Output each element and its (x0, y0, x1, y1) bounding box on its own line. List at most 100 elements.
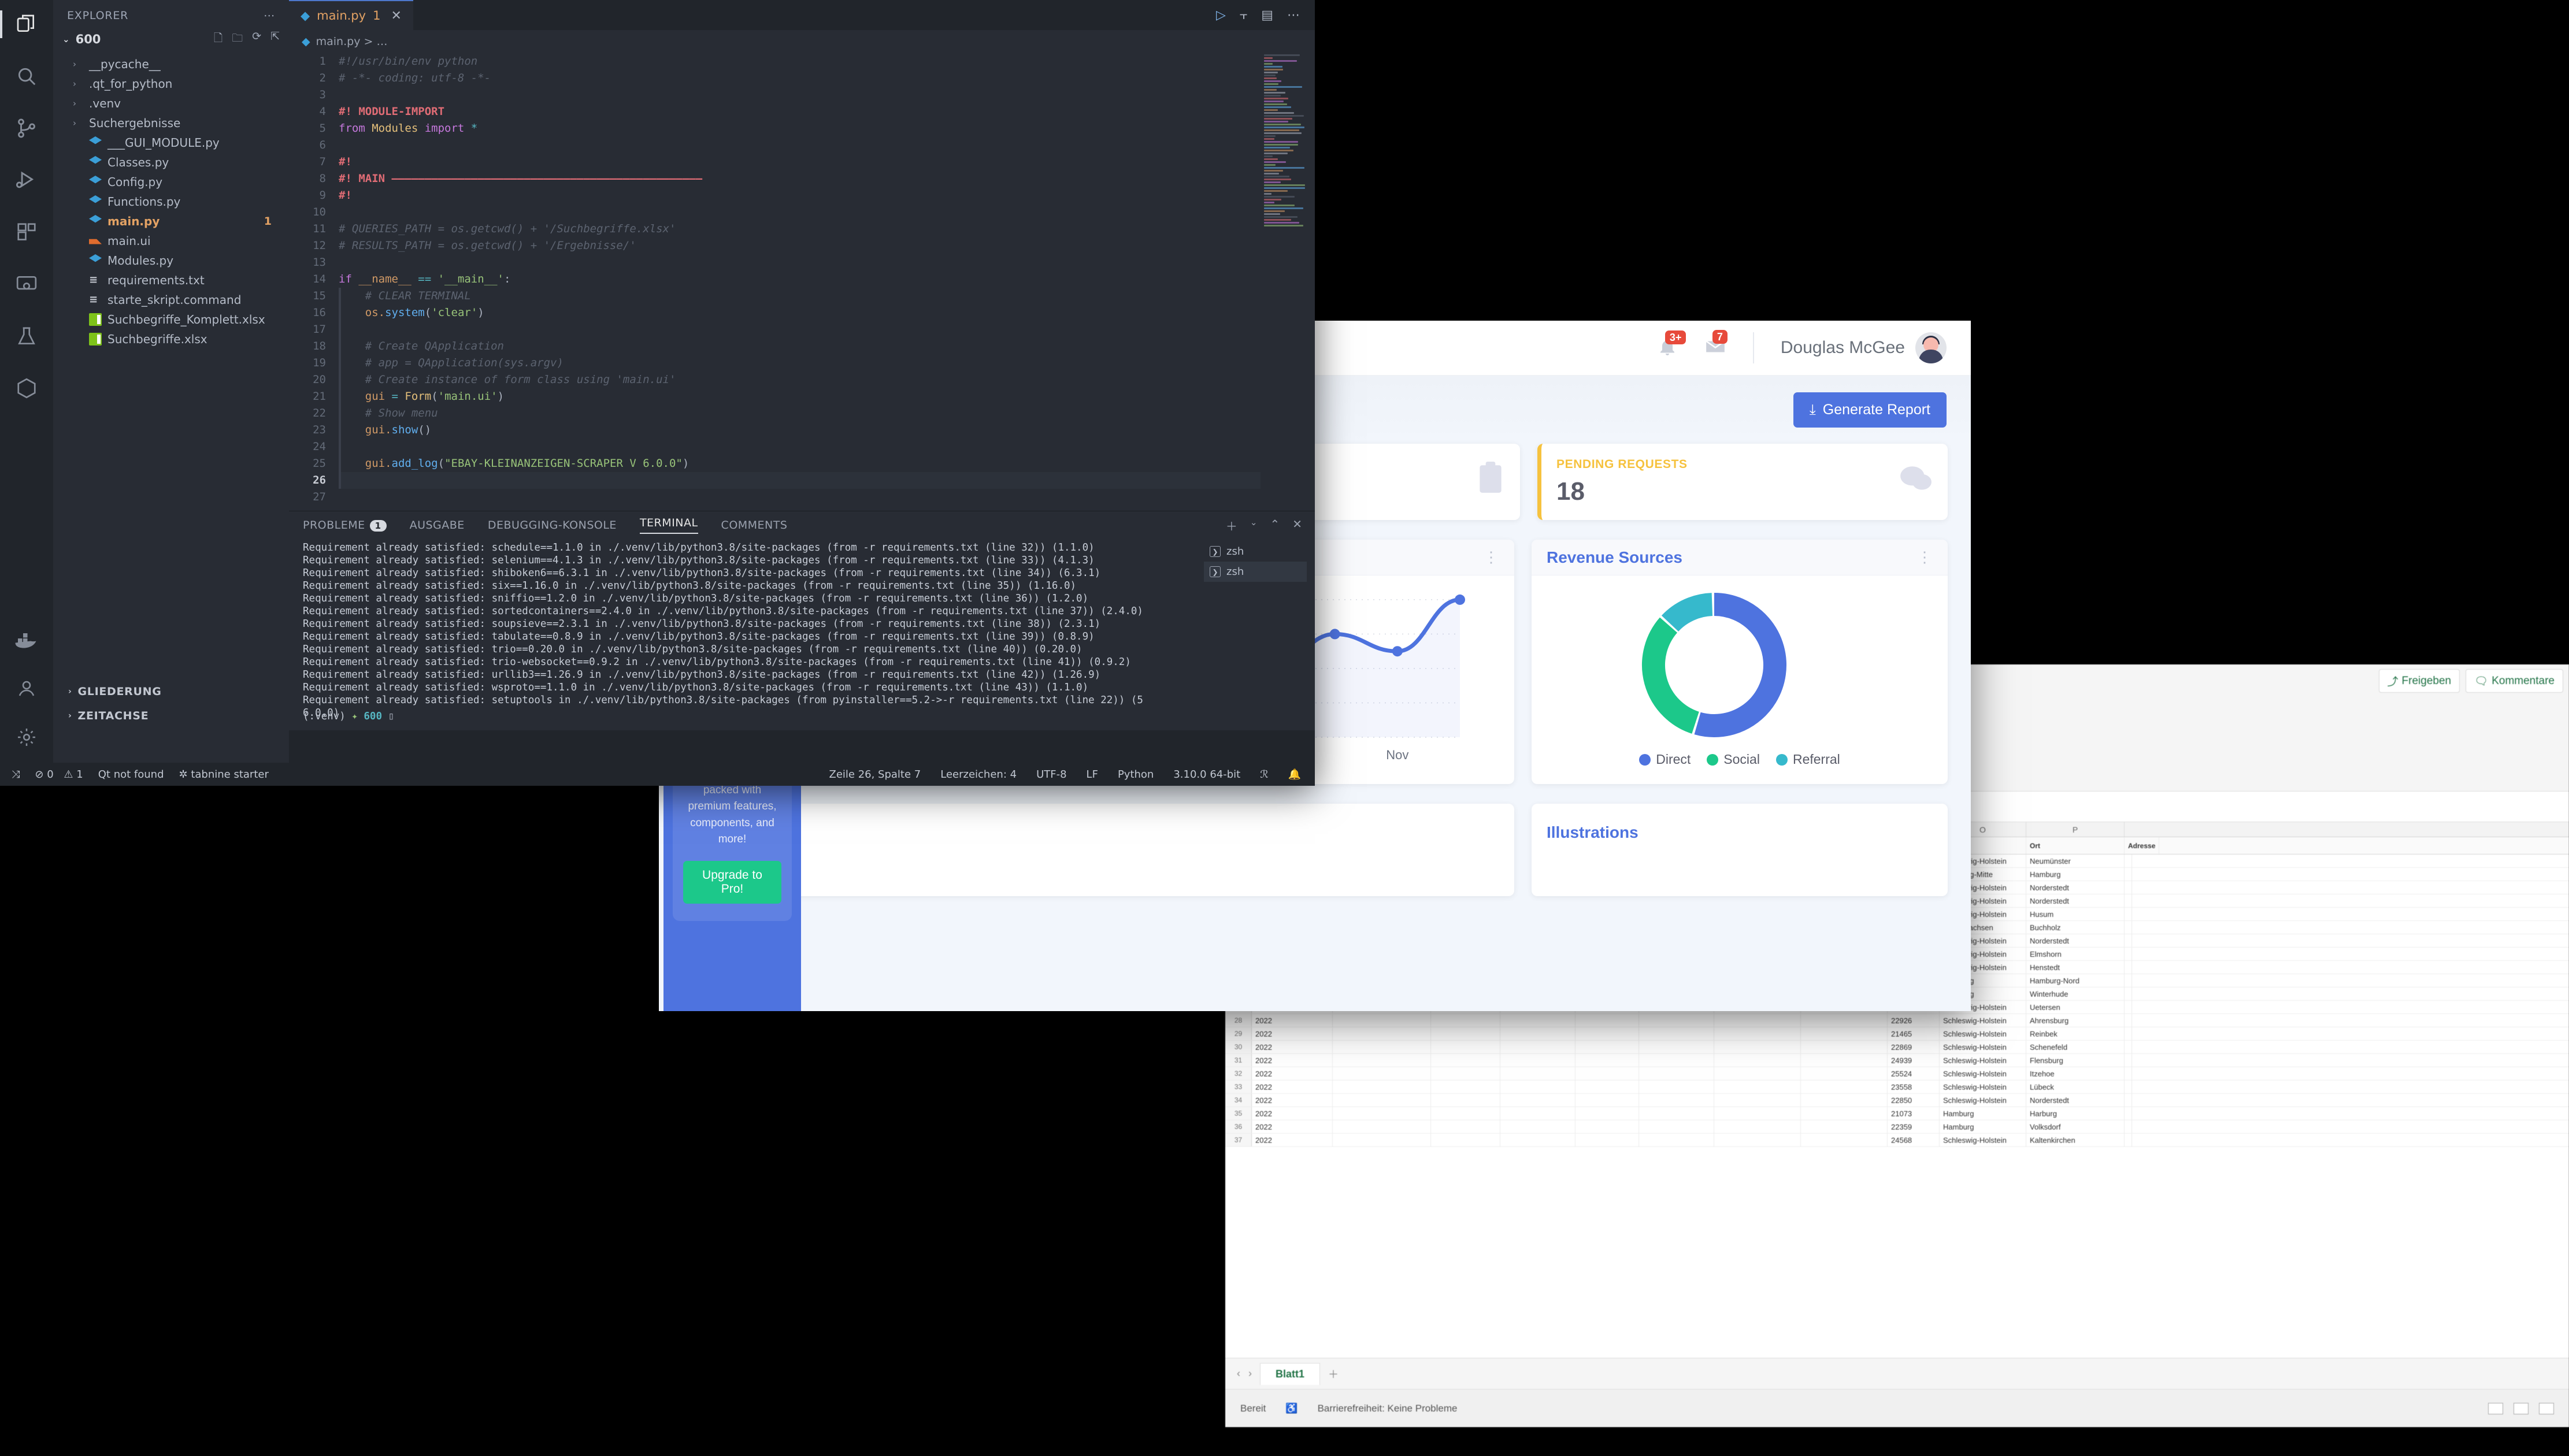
table-cell[interactable] (1639, 1067, 1714, 1080)
file-tree-item[interactable]: Suchbegriffe.xlsx (53, 329, 289, 349)
table-row[interactable]: 30 2022 22869 Schleswig-Holstein Schenefeld (1225, 1041, 2569, 1054)
split-editor-icon[interactable]: ⫟ (1240, 8, 1247, 23)
code-line[interactable]: 1 #!/usr/bin/env python (289, 53, 1315, 70)
table-row[interactable]: 31 2022 24939 Schleswig-Holstein Flensburg (1225, 1054, 2569, 1067)
table-cell[interactable] (2125, 1134, 2132, 1146)
table-cell[interactable] (1639, 1094, 1714, 1106)
table-cell[interactable]: Kaltenkirchen (2026, 1134, 2125, 1146)
code-line[interactable]: 18 # Create QApplication (289, 338, 1315, 355)
table-cell[interactable] (1500, 1014, 1575, 1027)
table-cell[interactable]: 22926 (1888, 1014, 1940, 1027)
add-sheet-icon[interactable]: ＋ (1328, 1366, 1339, 1381)
table-row[interactable]: 32 2022 25524 Schleswig-Holstein Itzehoe (1225, 1067, 2569, 1080)
table-cell[interactable] (2125, 868, 2132, 881)
table-cell[interactable] (1639, 1014, 1714, 1027)
table-cell[interactable] (1575, 1054, 1639, 1067)
file-tree-item[interactable]: Classes.py (53, 153, 289, 172)
table-cell[interactable] (1431, 1094, 1500, 1106)
table-cell[interactable] (2125, 1027, 2132, 1040)
table-cell[interactable]: Lübeck (2026, 1080, 2125, 1093)
table-cell[interactable] (1714, 1080, 1801, 1093)
table-row[interactable]: 37 2022 24568 Schleswig-Holstein Kaltenkirch… (1225, 1134, 2569, 1147)
table-cell[interactable] (1431, 1014, 1500, 1027)
accounts-icon[interactable] (13, 675, 40, 703)
file-tree-item[interactable]: › Suchergebnisse (53, 113, 289, 133)
table-cell[interactable] (1639, 1107, 1714, 1120)
file-tree-item[interactable]: Modules.py (53, 251, 289, 270)
table-cell[interactable]: Schleswig-Holstein (1940, 1054, 2026, 1067)
table-row[interactable]: 28 2022 22926 Schleswig-Holstein Ahrensburg (1225, 1014, 2569, 1027)
table-cell[interactable] (1500, 1054, 1575, 1067)
table-cell[interactable] (1575, 1107, 1639, 1120)
table-cell[interactable]: Neumünster (2026, 855, 2125, 867)
table-cell[interactable] (1575, 1027, 1639, 1040)
file-tree-item[interactable]: Config.py (53, 172, 289, 192)
table-cell[interactable] (1333, 1014, 1431, 1027)
table-cell[interactable] (2125, 908, 2132, 920)
code-line[interactable]: 3 (289, 87, 1315, 103)
python-interpreter[interactable]: 3.10.0 64-bit (1173, 768, 1240, 781)
table-cell[interactable] (1801, 1080, 1888, 1093)
table-cell[interactable] (1639, 1054, 1714, 1067)
table-cell[interactable] (1639, 1041, 1714, 1053)
table-cell[interactable] (1801, 1027, 1888, 1040)
table-cell[interactable] (1333, 1080, 1431, 1093)
table-cell[interactable] (2125, 881, 2132, 894)
table-cell[interactable] (1801, 1134, 1888, 1146)
table-cell[interactable] (2125, 855, 2132, 867)
bell-icon[interactable]: 3+ (1657, 336, 1678, 360)
table-cell[interactable]: Norderstedt (2026, 1094, 2125, 1106)
table-cell[interactable]: Schleswig-Holstein (1940, 1014, 2026, 1027)
file-tree[interactable]: › __pycache__ › .qt_for_python › .venv › Sucher… (53, 52, 289, 349)
table-cell[interactable] (1500, 1027, 1575, 1040)
table-cell[interactable]: Schleswig-Holstein (1940, 1134, 2026, 1146)
source-control-icon[interactable] (13, 114, 40, 142)
code-editor[interactable]: 1 #!/usr/bin/env python 2 # -*- coding: utf… (289, 53, 1315, 511)
sheet-tab-blatt1[interactable]: Blatt1 (1260, 1363, 1320, 1385)
run-icon[interactable]: ▷ (1216, 8, 1226, 23)
table-cell[interactable] (1714, 1067, 1801, 1080)
table-cell[interactable] (1500, 1107, 1575, 1120)
code-line[interactable]: 25 gui.add_log("EBAY-KLEINANZEIGEN-SCRAP… (289, 455, 1315, 472)
table-cell[interactable] (1500, 1041, 1575, 1053)
collapse-all-icon[interactable]: ⇱ (270, 30, 280, 49)
table-cell[interactable]: Elmshorn (2026, 948, 2125, 960)
table-cell[interactable] (1500, 1080, 1575, 1093)
minimap[interactable] (1261, 53, 1315, 226)
table-cell[interactable]: 22850 (1888, 1094, 1940, 1106)
sidebar-section-zeitachse[interactable]: › ZEITACHSE (53, 704, 289, 728)
table-cell[interactable] (1333, 1107, 1431, 1120)
table-cell[interactable] (1431, 1107, 1500, 1120)
share-button[interactable]: ⤴ Freigeben (2379, 669, 2460, 693)
table-cell[interactable]: 2022 (1252, 1120, 1333, 1133)
legend-item[interactable]: Referral (1776, 752, 1840, 767)
code-line[interactable]: 8 #! MAIN ———————————————————————————————… (289, 170, 1315, 187)
tabnine-status[interactable]: ✲ tabnine starter (179, 768, 269, 781)
table-cell[interactable] (2125, 1094, 2132, 1106)
file-tree-item[interactable]: › .qt_for_python (53, 74, 289, 94)
bell-icon-status[interactable]: 🔔 (1288, 768, 1301, 781)
file-tree-item[interactable]: Suchbegriffe_Komplett.xlsx (53, 310, 289, 329)
code-line[interactable]: 24 (289, 439, 1315, 455)
close-icon[interactable]: ✕ (391, 9, 401, 23)
table-cell[interactable] (1714, 1027, 1801, 1040)
vscode-window[interactable]: EXPLORER ⋯ ⌄ 600 🗋 🗀 ⟳ ⇱ › __pycache__ › .q… (0, 0, 1315, 786)
table-cell[interactable] (2125, 1107, 2132, 1120)
terminal-list-item[interactable]: ❯ zsh (1204, 562, 1307, 582)
table-cell[interactable] (1333, 1067, 1431, 1080)
table-cell[interactable]: 2022 (1252, 1027, 1333, 1040)
code-line[interactable]: 4 #! MODULE-IMPORT (289, 103, 1315, 120)
table-cell[interactable]: Schleswig-Holstein (1940, 1067, 2026, 1080)
file-tree-item[interactable]: ≡ starte_skript.command (53, 290, 289, 310)
legend-item[interactable]: Direct (1639, 752, 1691, 767)
table-cell[interactable] (2125, 934, 2132, 947)
table-cell[interactable] (1333, 1054, 1431, 1067)
table-cell[interactable]: 2022 (1252, 1134, 1333, 1146)
table-cell[interactable] (1431, 1041, 1500, 1053)
panel-tabs[interactable]: PROBLEME 1 AUSGABE DEBUGGING-KONSOLE TERMINA… (289, 511, 1315, 539)
maximize-panel-icon[interactable]: ⌃ (1270, 517, 1280, 534)
table-cell[interactable] (2125, 894, 2132, 907)
layout-icon[interactable]: ▤ (1261, 8, 1273, 23)
table-cell[interactable] (1575, 1120, 1639, 1133)
table-cell[interactable] (1431, 1054, 1500, 1067)
